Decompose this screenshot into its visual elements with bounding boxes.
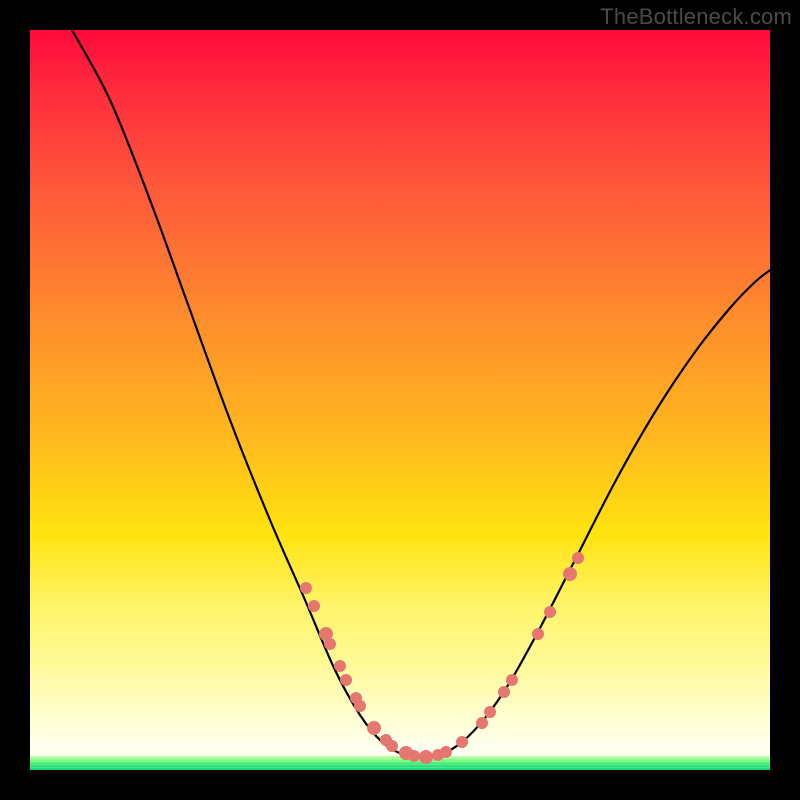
curve-marker: [354, 700, 366, 712]
curve-marker: [334, 660, 346, 672]
curve-marker: [340, 674, 352, 686]
curve-markers: [300, 552, 584, 764]
curve-marker: [498, 686, 510, 698]
curve-marker: [324, 638, 336, 650]
watermark-text: TheBottleneck.com: [600, 4, 792, 30]
bottleneck-curve: [30, 30, 770, 770]
curve-marker: [386, 740, 398, 752]
chart-frame: TheBottleneck.com: [0, 0, 800, 800]
curve-marker: [476, 717, 488, 729]
curve-marker: [572, 552, 584, 564]
curve-marker: [419, 750, 433, 764]
curve-marker: [506, 674, 518, 686]
curve-marker: [456, 736, 468, 748]
curve-marker: [308, 600, 320, 612]
curve-marker: [484, 706, 496, 718]
curve-marker: [367, 721, 381, 735]
curve-marker: [440, 746, 452, 758]
curve-marker: [532, 628, 544, 640]
curve-marker: [563, 567, 577, 581]
curve-marker: [300, 582, 312, 594]
curve-marker: [408, 750, 420, 762]
curve-line: [72, 30, 770, 758]
curve-marker: [544, 606, 556, 618]
plot-area: [30, 30, 770, 770]
